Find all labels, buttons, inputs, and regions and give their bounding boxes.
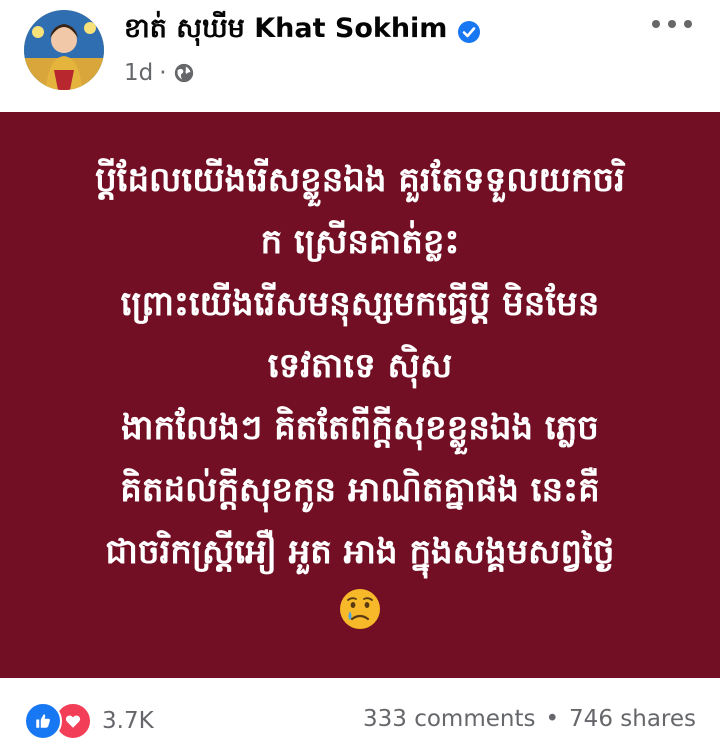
reactions-count: 3.7K: [102, 708, 154, 734]
post-text-line: ជាចរិកស្រ្តីអឿ អួត អាង ក្នុងសង្គមសព្វថ្ង…: [105, 532, 615, 572]
profile-photo: [24, 10, 104, 90]
post-meta: 1d ·: [124, 60, 195, 86]
post-stats: 333 comments • 746 shares: [363, 706, 696, 732]
post-text-line: ប្តីដែលយើងរើសខ្លួនឯង គួរតែទទួលយកចរិ: [95, 160, 625, 200]
post-text-line: ទេវតាទេ ស៊ិស: [267, 346, 453, 386]
more-options-icon[interactable]: [652, 18, 692, 34]
author-name[interactable]: ខាត់ សុឃីម Khat Sokhim: [124, 12, 447, 51]
comments-count-link[interactable]: 333 comments: [363, 706, 535, 732]
post-content: ប្តីដែលយើងរើសខ្លួនឯង គួរតែទទួលយកចរិ ក ស្…: [0, 112, 720, 678]
globe-icon[interactable]: [173, 62, 195, 84]
reactions-summary[interactable]: 3.7K: [24, 702, 154, 740]
post-text: ប្តីដែលយើងរើសខ្លួនឯង គួរតែទទួលយកចរិ ក ស្…: [40, 149, 680, 631]
post-text-line: ងាកលែងៗ គិតតែពីក្តីសុខខ្លួនឯង ភ្លេច: [121, 408, 599, 448]
meta-separator: ·: [159, 60, 167, 86]
post-time[interactable]: 1d: [124, 60, 153, 86]
post-text-line: ក ស្រើនគាត់ខ្លះ: [260, 222, 460, 262]
stats-separator: •: [545, 706, 560, 732]
post-header: ខាត់ សុឃីម Khat Sokhim 1d ·: [0, 0, 720, 112]
verified-badge-icon: [458, 20, 481, 43]
post-text-line: ព្រោះយើងរើសមនុស្សមកធ្វើប្តី មិនមែន: [120, 284, 600, 324]
like-reaction-icon: [24, 702, 62, 740]
post-text-line: គិតដល់ក្តីសុខកូន អាណិតគ្នាផង នេះគឺ: [120, 470, 600, 510]
avatar[interactable]: [24, 10, 104, 90]
author-row: ខាត់ សុឃីម Khat Sokhim: [124, 12, 481, 51]
post-footer: 3.7K 333 comments • 746 shares: [0, 678, 720, 745]
crying-face-emoji: [340, 589, 380, 629]
shares-count-link[interactable]: 746 shares: [569, 706, 696, 732]
